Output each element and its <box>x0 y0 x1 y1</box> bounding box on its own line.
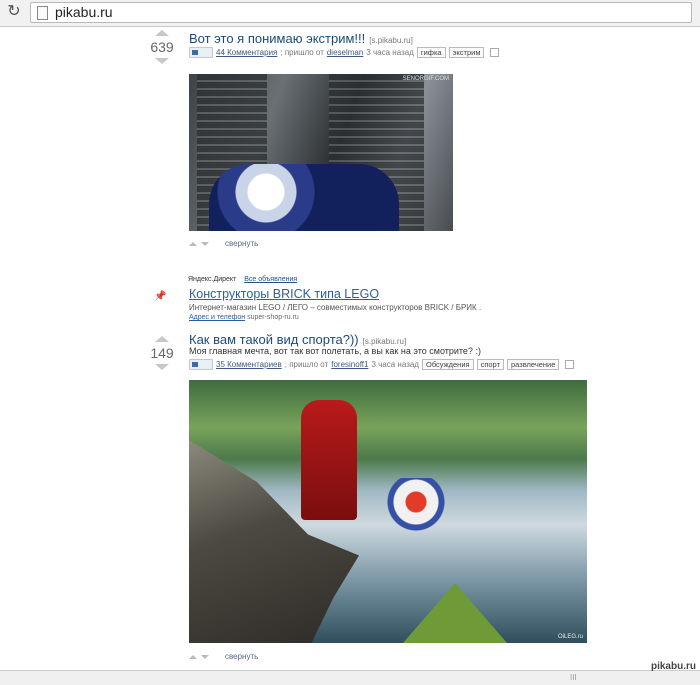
post-footer: свернуть <box>189 652 258 661</box>
post-score: 149 <box>150 345 174 361</box>
post-title[interactable]: Вот это я понимаю экстрим!!! [s.pikabu.ru… <box>189 31 413 46</box>
post-title[interactable]: Как вам такой вид спорта?)) [s.pikabu.ru] <box>189 332 406 347</box>
upvote-icon[interactable] <box>155 30 169 36</box>
wingsuit-flyer-shape <box>381 478 451 538</box>
address-bar[interactable]: pikabu.ru <box>30 2 692 23</box>
tag[interactable]: экстрим <box>448 47 485 58</box>
save-icon[interactable] <box>490 48 500 57</box>
post-time: 3 часа назад <box>366 48 414 57</box>
reload-icon[interactable]: ↻ <box>6 4 22 20</box>
ad-address-link[interactable]: Адрес и телефон <box>189 314 245 321</box>
ad-links: Адрес и телефон super-shop-ru.ru <box>189 314 299 321</box>
post-source: [s.pikabu.ru] <box>369 36 413 45</box>
comments-link[interactable]: 44 Комментария <box>216 48 277 57</box>
ad-title[interactable]: Конструкторы BRICK типа LEGO <box>189 287 379 301</box>
status-bar: III pikabu.ru <box>0 661 700 685</box>
ad-text: Интернет-магазин LEGO / ЛЕГО – совместим… <box>189 303 482 312</box>
post-image[interactable]: SENORGIF.COM <box>189 74 453 231</box>
tag[interactable]: гифка <box>416 47 446 58</box>
wingsuit-shape <box>209 164 399 231</box>
page-icon <box>37 6 48 20</box>
post-meta: 44 Комментария ; пришло от dieselman 3 ч… <box>189 47 500 58</box>
vote-widget: 639 <box>146 30 178 64</box>
collapse-link[interactable]: свернуть <box>225 652 258 661</box>
downvote-icon[interactable] <box>155 58 169 64</box>
comments-link[interactable]: 35 Комментариев <box>216 360 282 369</box>
browser-toolbar: ↻ pikabu.ru <box>0 0 700 27</box>
save-icon[interactable] <box>565 360 575 369</box>
post-time: 3 часа назад <box>371 360 419 369</box>
downvote-small-icon[interactable] <box>201 654 209 659</box>
share-icon[interactable] <box>189 359 213 370</box>
post-score: 639 <box>150 39 174 55</box>
tag[interactable]: развлечение <box>507 359 560 370</box>
ad-header: Яндекс.Директ Все объявления <box>188 276 297 283</box>
image-watermark: OiLEG.ru <box>557 634 583 640</box>
url-text[interactable]: pikabu.ru <box>55 4 113 20</box>
image-watermark: SENORGIF.COM <box>402 76 449 82</box>
share-icon[interactable] <box>189 47 213 58</box>
collapse-link[interactable]: свернуть <box>225 239 258 248</box>
post-image[interactable]: OiLEG.ru <box>189 380 587 643</box>
resize-grip-icon[interactable]: III <box>570 673 577 682</box>
post-description: Моя главная мечта, вот так вот полетать,… <box>189 346 481 356</box>
tag[interactable]: спорт <box>476 359 505 370</box>
all-ads-link[interactable]: Все объявления <box>244 276 297 283</box>
post-footer: свернуть <box>189 239 258 248</box>
author-link[interactable]: foresinoff1 <box>331 360 368 369</box>
tag[interactable]: Обсуждения <box>421 359 474 370</box>
post-meta: 35 Комментариев ; пришло от foresinoff1 … <box>189 359 575 370</box>
jumper-shape <box>301 400 357 520</box>
downvote-icon[interactable] <box>155 364 169 370</box>
ad-label: Яндекс.Директ <box>188 276 237 283</box>
field-shape <box>403 583 507 643</box>
upvote-icon[interactable] <box>155 336 169 342</box>
downvote-small-icon[interactable] <box>201 241 209 246</box>
pin-icon: 📌 <box>154 291 167 302</box>
post-title-text[interactable]: Как вам такой вид спорта?)) <box>189 332 359 347</box>
page-content: 639 Вот это я понимаю экстрим!!! [s.pikab… <box>0 27 700 670</box>
ad-site[interactable]: super-shop-ru.ru <box>247 314 299 321</box>
site-watermark: pikabu.ru <box>650 661 696 672</box>
upvote-small-icon[interactable] <box>189 241 197 246</box>
meta-text: ; пришло от <box>284 360 329 369</box>
meta-text: ; пришло от <box>280 48 324 57</box>
post-source: [s.pikabu.ru] <box>362 337 407 346</box>
author-link[interactable]: dieselman <box>327 48 363 57</box>
vote-widget: 149 <box>146 336 178 370</box>
upvote-small-icon[interactable] <box>189 654 197 659</box>
post-title-text[interactable]: Вот это я понимаю экстрим!!! <box>189 31 365 46</box>
